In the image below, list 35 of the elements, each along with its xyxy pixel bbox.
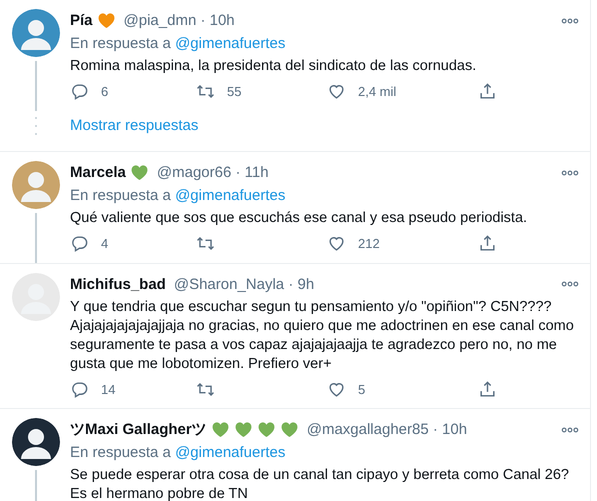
like-count: 5 bbox=[358, 380, 366, 398]
user-name[interactable]: Michifus_bad bbox=[70, 272, 166, 296]
handle-time[interactable]: @maxgallagher85 · 10h bbox=[306, 418, 468, 441]
tweet-text: Y que tendria que escuchar segun tu pensamiento y/o "opiñion"? C5N???? Ajajajajajajajajjaja no gracias, no quiero que me adoctrinen en ese canal como seguramente te pasa a vos capaz ajajajajaajja te agradezco pero no, no me gusta que me lobotomizen. Prefiero ver+ bbox=[70, 298, 575, 374]
mention-link[interactable]: @gimenafuertes bbox=[175, 444, 286, 461]
tweet-text: Romina malaspina, la presidenta del sindicato de las cornudas. bbox=[70, 57, 478, 76]
tweet-text: Se puede esperar otra cosa de un canal tan cipayo y berreta como Canal 26? Es el hermano pobre de TN bbox=[70, 466, 570, 501]
reply-count: 6 bbox=[101, 83, 108, 101]
like-count: 212 bbox=[358, 235, 380, 253]
heart-icon[interactable] bbox=[327, 82, 346, 102]
reply-label: En respuesta a bbox=[70, 444, 171, 461]
user-name[interactable]: Pía bbox=[70, 9, 93, 32]
reply-icon[interactable] bbox=[70, 234, 89, 254]
reply-icon[interactable] bbox=[70, 380, 89, 399]
handle-time[interactable]: @Sharon_Nayla · 9h bbox=[174, 272, 314, 296]
share-icon[interactable] bbox=[478, 380, 497, 399]
reply-count: 4 bbox=[101, 235, 108, 253]
handle-time[interactable]: @pia_dmn · 10h bbox=[124, 9, 235, 32]
retweet-count: 55 bbox=[227, 83, 242, 101]
user-name[interactable]: Marcela bbox=[70, 161, 126, 184]
like-count: 2,4 mil bbox=[358, 83, 396, 101]
avatar[interactable] bbox=[12, 418, 60, 466]
reply-icon[interactable] bbox=[70, 82, 89, 102]
reply-label: En respuesta a bbox=[70, 35, 171, 52]
handle-time[interactable]: @magor66 · 11h bbox=[156, 161, 269, 184]
reply-label: En respuesta a bbox=[70, 187, 171, 204]
user-name[interactable]: ツMaxi Gallagherツ bbox=[70, 418, 207, 441]
heart-icon[interactable] bbox=[327, 234, 346, 254]
show-replies-link[interactable]: Mostrar respuestas bbox=[70, 114, 198, 137]
mention-link[interactable]: @gimenafuertes bbox=[175, 187, 286, 204]
share-icon[interactable] bbox=[478, 82, 497, 102]
tweet-text: Qué valiente que sos que escuchás ese canal y esa pseudo periodista. bbox=[70, 209, 528, 228]
reply-count: 14 bbox=[101, 380, 116, 398]
mention-link[interactable]: @gimenafuertes bbox=[175, 35, 286, 52]
share-icon[interactable] bbox=[478, 234, 497, 254]
